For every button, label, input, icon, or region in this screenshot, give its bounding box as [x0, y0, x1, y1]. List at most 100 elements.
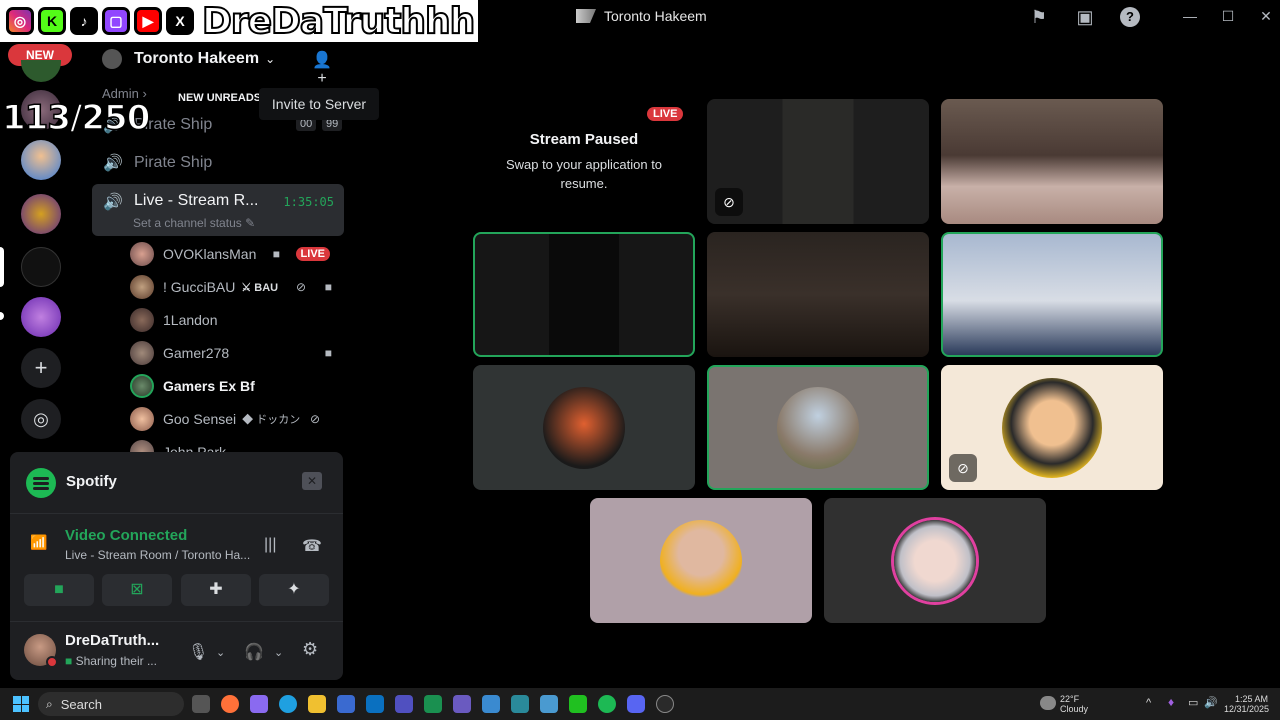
add-server-icon[interactable]: +	[21, 348, 61, 388]
channel-pirate-ship-2[interactable]: 🔊 Pirate Ship	[92, 146, 344, 180]
voice-user[interactable]: Goo Sensei ◆ ドッカン ⊘	[130, 404, 340, 434]
store-icon[interactable]	[482, 695, 500, 713]
avatar	[777, 386, 859, 469]
app-icon[interactable]	[511, 695, 529, 713]
phantom-server-icon[interactable]	[21, 247, 61, 287]
server-icon[interactable]	[21, 194, 61, 234]
windows-taskbar: ⌕ Search 22°F Cloudy ^ ♦ ▭ 🔊 1:25 AM 12/…	[0, 688, 1280, 720]
stop-stream-button[interactable]: ⊠	[102, 574, 172, 606]
voice-user[interactable]: John Park	[130, 437, 340, 452]
activities-button[interactable]: ✚	[181, 574, 251, 606]
onenote-icon[interactable]	[453, 695, 471, 713]
channel-status-input[interactable]: Set a channel status ✎	[133, 216, 255, 230]
avatar	[894, 519, 976, 602]
live-badge: LIVE	[647, 107, 684, 121]
teams-work-icon[interactable]	[395, 695, 413, 713]
inbox-flag-icon[interactable]: ⚑	[1028, 6, 1050, 28]
noise-suppression-icon[interactable]: |||	[264, 536, 276, 554]
network-icon[interactable]: ▭	[1188, 698, 1198, 709]
avatar	[130, 275, 154, 299]
discord-window: Toronto Hakeem ⚑ ▣ ? — ☐ ✕ ◎ K ♪ ▢ ▶ X D…	[0, 0, 1280, 688]
chevron-down-icon[interactable]: ⌄	[274, 646, 283, 659]
tray-app-icon[interactable]: ♦	[1168, 696, 1174, 708]
camera-button[interactable]: ■	[24, 574, 94, 606]
voice-user[interactable]: OVOKlansMan ■ LIVE	[130, 239, 340, 269]
muted-mic-icon: ⊘	[949, 454, 977, 482]
channel-name: Live - Stream R...	[134, 192, 259, 209]
taskbar-search[interactable]: ⌕ Search	[38, 692, 184, 716]
avatar-tile[interactable]	[473, 365, 695, 490]
x-icon: X	[166, 7, 194, 35]
firefox-icon[interactable]	[221, 695, 239, 713]
avatar	[1002, 377, 1102, 478]
avatar-tile[interactable]	[824, 498, 1046, 623]
edge-icon[interactable]	[279, 695, 297, 713]
server-tag: ⚔ BAU	[241, 281, 279, 294]
invite-user-icon[interactable]: 👤+	[310, 50, 334, 87]
settings-gear-icon[interactable]: ⚙	[302, 639, 318, 660]
discover-compass-icon[interactable]: ◎	[21, 399, 61, 439]
discord-taskbar-icon[interactable]	[627, 695, 645, 713]
avatar	[660, 519, 742, 602]
avatar-tile[interactable]	[590, 498, 812, 623]
close-button[interactable]: ✕	[1254, 6, 1278, 26]
video-tile[interactable]	[941, 99, 1163, 224]
window-title-text: Toronto Hakeem	[604, 8, 707, 24]
window-title: Toronto Hakeem	[576, 8, 707, 24]
microphone-icon[interactable]: 🎙	[188, 642, 208, 662]
weather-text[interactable]: 22°F Cloudy	[1060, 694, 1088, 714]
voice-user[interactable]: Gamer278 ■	[130, 338, 340, 368]
voice-location[interactable]: Live - Stream Room / Toronto Ha...	[65, 548, 255, 562]
minimize-button[interactable]: —	[1178, 6, 1202, 26]
voice-user-speaking[interactable]: Gamers Ex Bf	[130, 371, 340, 401]
voice-user[interactable]: 1Landon	[130, 305, 340, 335]
social-overlay-banner: ◎ K ♪ ▢ ▶ X DreDaTruthhh	[0, 0, 478, 43]
capcut-icon[interactable]	[569, 695, 587, 713]
task-view-icon[interactable]	[192, 695, 210, 713]
weather-icon[interactable]	[1040, 696, 1056, 710]
subscriber-counter: 113/250	[1, 97, 151, 139]
channel-live-stream-room[interactable]: 🔊 Live - Stream R... 1:35:05 Set a chann…	[92, 184, 344, 236]
help-icon[interactable]: ?	[1120, 7, 1140, 27]
avatar[interactable]	[24, 634, 58, 668]
maximize-button[interactable]: ☐	[1216, 6, 1240, 26]
server-icon[interactable]	[21, 60, 61, 82]
server-tag: ◆ ドッカン	[242, 414, 301, 426]
file-explorer-icon[interactable]	[308, 695, 326, 713]
voice-user[interactable]: ! GucciBAU ⚔ BAU ⊘ ■	[130, 272, 340, 302]
video-tile[interactable]: ⊘	[707, 99, 929, 224]
disconnect-icon[interactable]: ☎	[302, 536, 322, 556]
close-spotify-icon[interactable]: ✕	[302, 472, 322, 490]
teams-icon[interactable]	[337, 695, 355, 713]
copilot-icon[interactable]	[250, 695, 268, 713]
spotify-taskbar-icon[interactable]	[598, 695, 616, 713]
soundboard-button[interactable]: ✦	[259, 574, 329, 606]
obs-icon[interactable]	[656, 695, 674, 713]
video-tile[interactable]	[707, 232, 929, 357]
avatar-tile-speaking[interactable]	[707, 365, 929, 490]
server-icon[interactable]	[21, 140, 61, 180]
avatar	[130, 341, 154, 365]
new-unreads-banner[interactable]: NEW UNREADS	[174, 88, 266, 108]
server-icon[interactable]	[21, 297, 61, 337]
signal-icon[interactable]: 📶	[30, 534, 50, 554]
windows-start-icon[interactable]	[13, 696, 29, 712]
video-tile-speaking[interactable]	[473, 232, 695, 357]
volume-icon[interactable]: 🔊	[1204, 698, 1218, 709]
photos-icon[interactable]	[540, 695, 558, 713]
video-tile-speaking[interactable]	[941, 232, 1163, 357]
tray-overflow-icon[interactable]: ^	[1146, 698, 1151, 709]
excel-icon[interactable]	[424, 695, 442, 713]
headphones-icon[interactable]: 🎧	[244, 642, 264, 662]
user-name[interactable]: DreDaTruth...	[65, 632, 159, 649]
avatar	[130, 242, 154, 266]
screen-share-icon[interactable]: ▣	[1074, 6, 1096, 28]
paused-stream-tile[interactable]: LIVE Stream Paused Swap to your applicat…	[473, 99, 695, 224]
muted-mic-icon: ⊘	[715, 188, 743, 216]
outlook-icon[interactable]	[366, 695, 384, 713]
unread-pill	[0, 312, 4, 320]
clock[interactable]: 1:25 AM 12/31/2025	[1224, 694, 1269, 714]
chevron-down-icon[interactable]: ⌄	[216, 646, 225, 659]
avatar-tile[interactable]: ⊘	[941, 365, 1163, 490]
voice-status[interactable]: Video Connected	[65, 527, 187, 544]
